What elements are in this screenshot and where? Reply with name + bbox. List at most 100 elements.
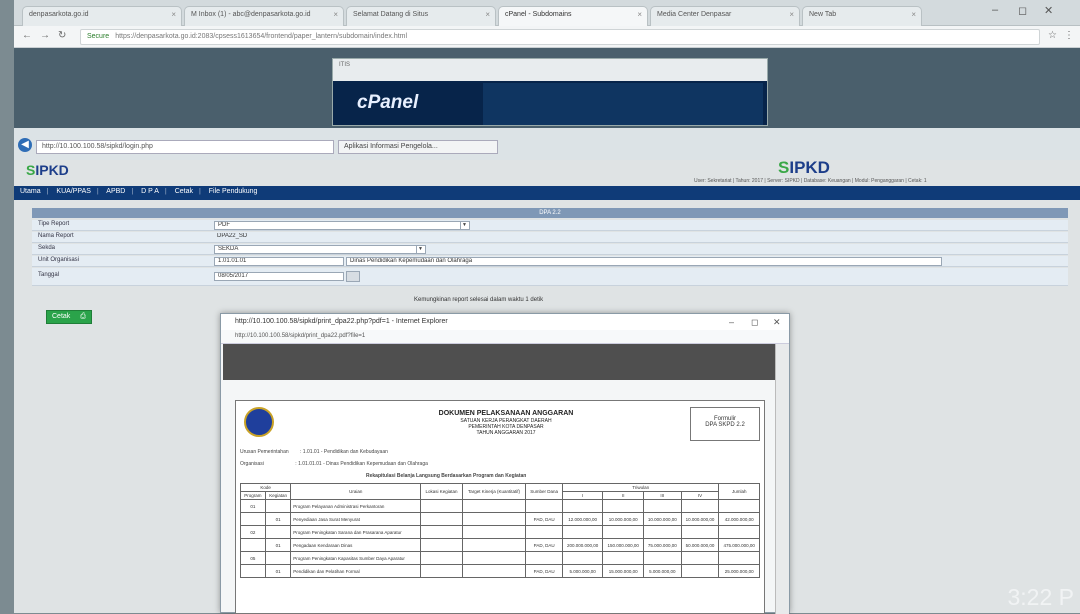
back-icon[interactable]: ◀: [18, 138, 32, 152]
cell-t3: 75.000.000,00: [642, 538, 682, 552]
cell-t1: 5.000.000,00: [561, 564, 604, 578]
field-tanggal: Tanggal 08/05/2017: [32, 268, 1068, 286]
printer-icon: ⎙: [80, 313, 86, 320]
close-button[interactable]: ✕: [1044, 4, 1053, 17]
url-input[interactable]: Secure https://denpasarkota.go.id:2083/cp…: [80, 29, 1040, 45]
table-row: 05 Program Peningkatan Kapasitas Sumber D…: [240, 551, 760, 565]
tab-label: New Tab: [809, 11, 837, 18]
cell-uraian: Program Peningkatan Kapasitas Sumber Day…: [290, 551, 422, 565]
unit-organisasi-input[interactable]: 1.01.01.01: [214, 257, 344, 266]
cell-t3: 5.000.000,00: [642, 564, 682, 578]
menu-item-utama[interactable]: Utama: [20, 188, 41, 195]
cell-t1: [561, 551, 604, 565]
doc-title: DOKUMEN PELAKSANAAN ANGGARAN SATUAN KERJ…: [376, 409, 636, 436]
cell-t2: 15.000.000,00: [602, 564, 644, 578]
close-icon[interactable]: ×: [485, 10, 490, 19]
formulir-box: Formulir DPA SKPD 2.2: [690, 407, 760, 441]
cell-program: 05: [240, 551, 266, 565]
cell-lokasi: [420, 499, 463, 513]
popup-close-button[interactable]: ✕: [773, 317, 781, 328]
cetak-button[interactable]: Cetak ⎙: [46, 310, 92, 324]
popup-minimize-button[interactable]: –: [729, 317, 734, 327]
sipkd-logo: SIPKD: [26, 162, 69, 178]
cell-sumber: PAD, DAU: [525, 512, 563, 526]
cpanel-logo: cPanel: [357, 92, 419, 113]
forward-icon[interactable]: →: [40, 30, 50, 41]
cell-uraian: Pengadaan Kendaraan Dinas: [290, 538, 422, 552]
menu-item-kua[interactable]: KUA/PPAS: [56, 188, 91, 195]
menu-item-dpa[interactable]: D P A: [141, 188, 159, 195]
close-icon[interactable]: ×: [171, 10, 176, 19]
cell-kegiatan: 01: [264, 538, 292, 552]
menu-icon[interactable]: ⋮: [1064, 30, 1074, 41]
calendar-icon[interactable]: [346, 271, 360, 282]
tab-1[interactable]: denpasarkota.go.id ×: [22, 6, 182, 26]
th-lokasi: Lokasi Kegiatan: [420, 483, 463, 500]
close-icon[interactable]: ×: [789, 10, 794, 19]
close-icon[interactable]: ×: [911, 10, 916, 19]
cell-t1: 12.000.000,00: [561, 512, 604, 526]
organisasi-line: Organisasi : 1.01.01.01 - Dinas Pendidik…: [240, 461, 428, 467]
tab-6[interactable]: New Tab ×: [802, 6, 922, 26]
reload-icon[interactable]: ↻: [58, 30, 66, 41]
popup-title: http://10.100.100.58/sipkd/print_dpa22.p…: [221, 314, 789, 330]
cell-lokasi: [420, 525, 463, 539]
cell-program: 02: [240, 525, 266, 539]
tab-4[interactable]: cPanel - Subdomains ×: [498, 6, 648, 26]
scrollbar[interactable]: [775, 344, 789, 614]
cell-t4: [680, 499, 720, 513]
cell-t4: [680, 525, 720, 539]
urusan-label: Urusan Pemerintahan: [240, 449, 289, 455]
menu-item-apbd[interactable]: APBD: [106, 188, 125, 195]
cell-t2: [602, 499, 644, 513]
table-caption: Rekapitulasi Belanja Langsung Berdasarka…: [366, 473, 527, 479]
sekda-select[interactable]: SEKDA ▼: [214, 245, 426, 254]
emblem-icon: [244, 407, 274, 437]
cell-jumlah: 475.000.000,00: [718, 538, 760, 552]
cell-uraian: Penyediaan Jasa Surat Menyurat: [290, 512, 422, 526]
cell-uraian: Pendidikan dan Pelatihan Formal: [290, 564, 422, 578]
chevron-down-icon: ▼: [416, 246, 424, 253]
cell-sumber: PAD, DAU: [525, 564, 563, 578]
urusan-value: : 1.01.01 - Pendidikan dan Kebudayaan: [300, 449, 388, 455]
menu-item-cetak[interactable]: Cetak: [175, 188, 193, 195]
pdf-toolbar-area: [223, 344, 775, 380]
field-tipe-report: Tipe Report PDF ▼: [32, 220, 1068, 231]
tab-5[interactable]: Media Center Denpasar ×: [650, 6, 800, 26]
cpanel-window: ITIS cPanel: [332, 58, 768, 126]
tanggal-input[interactable]: 08/05/2017: [214, 272, 344, 281]
ie-url-input[interactable]: http://10.100.100.58/sipkd/login.php: [36, 140, 334, 154]
video-timestamp: 3:22 P: [1007, 584, 1075, 610]
select-value: PDF: [218, 222, 230, 228]
cell-kegiatan: [264, 551, 292, 565]
menu-item-file[interactable]: File Pendukung: [209, 188, 258, 195]
tab-3[interactable]: Selamat Datang di Situs ×: [346, 6, 496, 26]
close-icon[interactable]: ×: [333, 10, 338, 19]
cell-t4: 10.000.000,00: [680, 512, 720, 526]
cell-t1: 200.000.000,00: [561, 538, 604, 552]
back-icon[interactable]: ←: [22, 30, 32, 41]
tab-2[interactable]: M Inbox (1) - abc@denpasarkota.go.id ×: [184, 6, 344, 26]
ie-tab[interactable]: Aplikasi Informasi Pengelola...: [338, 140, 498, 154]
popup-restore-button[interactable]: ◻: [751, 317, 758, 328]
logo-prefix: S: [778, 158, 790, 177]
minimize-button[interactable]: –: [992, 4, 998, 16]
close-icon[interactable]: ×: [637, 10, 642, 19]
cell-program: [240, 564, 266, 578]
star-icon[interactable]: ☆: [1048, 30, 1057, 41]
cell-lokasi: [420, 538, 463, 552]
cell-kegiatan: 01: [264, 564, 292, 578]
tipe-report-select[interactable]: PDF ▼: [214, 221, 470, 230]
sipkd-logo-large: SIPKD: [778, 158, 830, 178]
table-row: 01 Penyediaan Jasa Surat Menyurat PAD, DAU…: [240, 512, 760, 526]
th-sumber: Sumber Dana: [525, 483, 563, 500]
cell-kegiatan: 01: [264, 512, 292, 526]
restore-button[interactable]: ◻: [1018, 4, 1027, 17]
cell-t3: [642, 499, 682, 513]
cell-t4: [680, 551, 720, 565]
pdf-document: DOKUMEN PELAKSANAAN ANGGARAN SATUAN KERJ…: [235, 400, 765, 614]
cell-t2: 10.000.000,00: [602, 512, 644, 526]
th-jumlah: Jumlah: [718, 483, 760, 500]
tab-label: denpasarkota.go.id: [29, 11, 89, 18]
table-row: 01 Program Pelayanan Administrasi Perkant…: [240, 499, 760, 513]
